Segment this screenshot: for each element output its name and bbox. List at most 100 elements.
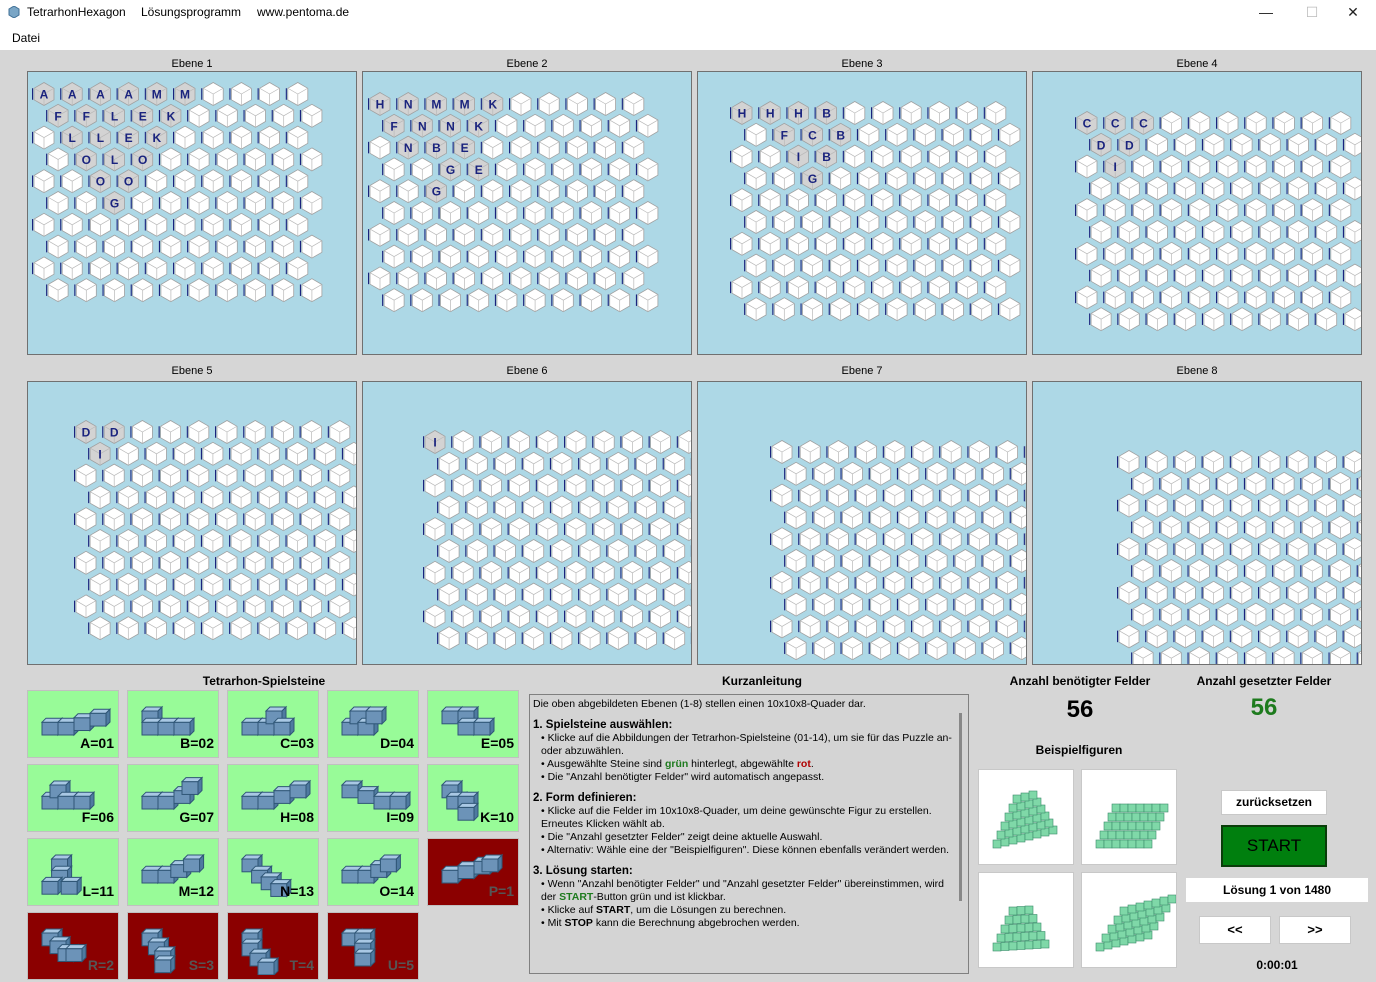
hex-cell[interactable] [172,485,196,510]
hex-cell[interactable] [424,222,447,247]
hex-cell[interactable] [1009,592,1026,617]
hex-cell[interactable] [606,626,629,651]
hex-cell[interactable] [1159,646,1182,664]
hex-cell[interactable] [842,231,866,256]
hex-cell[interactable] [271,147,295,172]
hex-cell[interactable] [634,539,657,563]
hex-cell[interactable] [410,288,433,313]
hex-cell[interactable] [549,582,573,607]
hex-cell[interactable] [1342,132,1361,157]
hex-cell[interactable] [621,92,645,116]
hex-cell[interactable] [507,517,531,542]
hex-cell[interactable] [158,594,182,619]
hex-cell[interactable] [215,234,238,259]
hex-cell[interactable] [870,188,894,213]
hex-cell[interactable] [1300,111,1324,135]
hex-cell[interactable] [158,507,182,532]
hex-cell[interactable] [1286,220,1309,244]
hex-cell[interactable] [1356,560,1361,583]
hex-cell[interactable] [158,191,182,215]
hex-cell[interactable] [201,256,224,281]
hex-cell[interactable] [593,266,617,291]
hex-cell[interactable] [607,157,631,182]
hex-cell[interactable] [967,614,990,639]
hex-cell[interactable] [1314,263,1338,288]
hex-cell[interactable] [1258,307,1281,332]
hex-cell[interactable] [271,420,294,444]
hex-cell[interactable] [592,430,615,454]
hex-cell[interactable] [549,626,573,651]
hex-cell[interactable] [537,222,560,247]
layer-2-grid[interactable]: HNMMKFNNKNBEGEG [362,71,692,355]
hex-cell[interactable] [910,483,934,508]
hex-cell[interactable] [635,244,659,269]
hex-cell[interactable] [299,550,323,575]
hex-cell[interactable] [1117,307,1140,332]
hex-cell[interactable] [1342,537,1361,562]
hex-cell[interactable] [882,440,906,464]
hex-cell[interactable] [1230,132,1253,157]
hex-cell[interactable] [130,234,154,259]
hex-cell[interactable] [896,505,920,530]
piece-tile[interactable]: B=02 [127,690,219,758]
hex-cell[interactable] [1116,537,1140,562]
hex-cell[interactable] [452,266,475,291]
hex-cell[interactable] [257,441,280,466]
hex-cell[interactable] [285,82,309,106]
hex-cell[interactable] [1328,515,1351,540]
hex-cell[interactable] [1009,461,1026,486]
hex-cell[interactable] [158,463,182,488]
hex-cell[interactable] [1229,624,1253,649]
hex-cell[interactable] [1159,559,1182,583]
hex-cell[interactable] [1215,154,1239,179]
hex-cell[interactable] [1023,615,1026,638]
hex-cell[interactable] [800,210,823,234]
hex-cell[interactable] [438,244,461,269]
hex-cell[interactable] [243,420,266,444]
hex-cell[interactable] [826,570,849,595]
piece-tile[interactable]: D=04 [327,690,419,758]
hex-cell[interactable] [969,297,993,322]
hex-cell[interactable] [88,529,111,553]
hex-cell[interactable] [215,103,238,128]
hex-cell[interactable] [74,234,97,259]
hex-cell[interactable] [46,278,69,303]
instructions-scrollbar[interactable] [959,713,962,901]
hex-cell[interactable] [31,169,55,194]
hex-cell[interactable] [1300,515,1323,540]
hex-cell[interactable] [1187,154,1211,179]
hex-cell[interactable]: H [758,101,781,125]
hex-cell[interactable] [144,169,168,194]
hex-cell[interactable] [1230,220,1253,244]
hex-cell[interactable] [480,179,504,204]
hex-cell[interactable] [1215,198,1239,223]
hex-cell[interactable] [507,473,531,498]
hex-cell[interactable] [910,614,934,639]
hex-cell[interactable] [1286,580,1309,605]
hex-cell[interactable]: E [116,125,139,150]
hex-cell[interactable]: A [31,82,55,106]
hex-cell[interactable] [769,570,793,595]
hex-cell[interactable] [200,529,224,553]
hex-cell[interactable] [1257,493,1281,518]
hex-cell[interactable] [172,125,196,150]
hex-cell[interactable] [341,572,356,597]
hex-cell[interactable] [1201,220,1225,244]
layer-1-grid[interactable]: AAAAMMFFLEKLLEKOLOOOG [27,71,357,355]
hex-cell[interactable] [1159,241,1183,266]
hex-cell[interactable] [983,275,1007,300]
hex-cell[interactable] [953,505,976,530]
hex-cell[interactable] [172,572,196,597]
hex-cell[interactable] [201,212,224,237]
hex-cell[interactable] [523,244,546,269]
hex-cell[interactable] [186,420,210,444]
hex-cell[interactable] [1342,450,1361,474]
hex-cell[interactable] [271,463,294,488]
hex-cell[interactable] [955,188,979,213]
hex-cell[interactable] [243,147,266,172]
hex-cell[interactable] [1009,549,1026,573]
hex-cell[interactable] [299,463,323,488]
hex-cell[interactable] [607,113,631,138]
hex-cell[interactable] [563,604,587,629]
hex-cell[interactable] [769,483,793,508]
